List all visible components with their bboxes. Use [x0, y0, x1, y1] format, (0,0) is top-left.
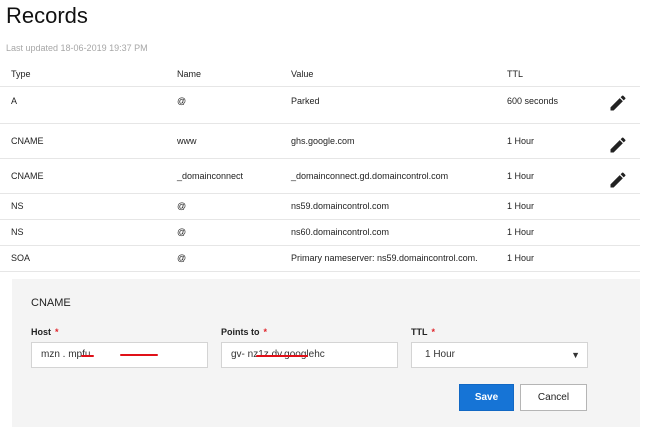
table-row: NS @ ns60.domaincontrol.com 1 Hour: [0, 219, 640, 246]
cell-type: SOA: [0, 245, 166, 272]
cell-name: _domainconnect: [166, 158, 280, 194]
redaction-mark: [81, 355, 94, 357]
cell-actions: [596, 219, 640, 246]
ttl-label-text: TTL: [411, 327, 428, 337]
cell-actions: [596, 193, 640, 220]
points-to-label-text: Points to: [221, 327, 260, 337]
cell-name: @: [166, 86, 280, 124]
cell-name: @: [166, 193, 280, 220]
column-header-name: Name: [166, 62, 280, 87]
save-button[interactable]: Save: [459, 384, 514, 411]
cell-value: ns60.domaincontrol.com: [280, 219, 496, 246]
page-title: Records: [6, 3, 88, 28]
cell-actions: [596, 158, 640, 194]
column-header-type: Type: [0, 62, 166, 87]
table-row: CNAME _domainconnect _domainconnect.gd.d…: [0, 158, 640, 194]
table-row: A @ Parked 600 seconds: [0, 86, 640, 124]
cell-ttl: 1 Hour: [496, 245, 596, 272]
cell-actions: [596, 245, 640, 272]
required-marker: *: [55, 327, 59, 337]
cell-actions: [596, 123, 640, 159]
cell-value-text: Primary nameserver: ns59.domaincontrol.c…: [291, 253, 478, 264]
points-to-input[interactable]: gv- nz1z.dv.googlehc: [221, 342, 398, 368]
triangle-down-icon: ▼: [571, 350, 580, 360]
column-header-ttl: TTL: [496, 62, 596, 87]
cell-type: A: [0, 86, 166, 124]
table-row: SOA @ Primary nameserver: ns59.domaincon…: [0, 245, 640, 272]
cell-ttl: 1 Hour: [496, 158, 596, 194]
ttl-label: TTL *: [411, 327, 435, 337]
host-label-text: Host: [31, 327, 51, 337]
column-header-actions: [596, 62, 640, 87]
cell-ttl: 1 Hour: [496, 219, 596, 246]
cell-value: ns59.domaincontrol.com: [280, 193, 496, 220]
redaction-mark: [256, 355, 308, 357]
cell-actions: [596, 86, 640, 124]
cell-ttl: 1 Hour: [496, 123, 596, 159]
required-marker: *: [431, 327, 436, 337]
table-header-row: Type Name Value TTL: [0, 62, 640, 87]
record-type-heading: CNAME: [31, 297, 71, 309]
cell-value: Primary nameserver: ns59.domaincontrol.c…: [280, 245, 496, 272]
cell-ttl: 1 Hour: [496, 193, 596, 220]
column-header-value: Value: [280, 62, 496, 87]
ttl-select-value: 1 Hour: [425, 349, 456, 360]
cell-type: NS: [0, 193, 166, 220]
cell-value: Parked: [280, 86, 496, 124]
host-label: Host *: [31, 327, 59, 337]
cancel-button[interactable]: Cancel: [520, 384, 587, 411]
pencil-icon[interactable]: [608, 135, 628, 155]
table-row: NS @ ns59.domaincontrol.com 1 Hour: [0, 193, 640, 220]
required-marker: *: [263, 327, 268, 337]
last-updated-text: Last updated 18-06-2019 19:37 PM: [6, 43, 148, 53]
table-row: CNAME www ghs.google.com 1 Hour: [0, 123, 640, 159]
cell-name: www: [166, 123, 280, 159]
cell-type: CNAME: [0, 158, 166, 194]
cell-value: _domainconnect.gd.domaincontrol.com: [280, 158, 496, 194]
edit-record-panel: CNAME Host * Points to * TTL * mzn . mpfu g…: [12, 279, 640, 427]
cell-value: ghs.google.com: [280, 123, 496, 159]
cell-name: @: [166, 245, 280, 272]
points-to-label: Points to *: [221, 327, 267, 337]
cell-type: CNAME: [0, 123, 166, 159]
cell-ttl: 600 seconds: [496, 86, 596, 124]
pencil-icon[interactable]: [608, 93, 628, 113]
redaction-mark: [120, 354, 158, 356]
cell-type: NS: [0, 219, 166, 246]
pencil-icon[interactable]: [608, 170, 628, 190]
ttl-select[interactable]: 1 Hour ▼: [411, 342, 588, 368]
records-table: Type Name Value TTL A @ Parked 600 secon…: [0, 62, 640, 272]
cell-name: @: [166, 219, 280, 246]
